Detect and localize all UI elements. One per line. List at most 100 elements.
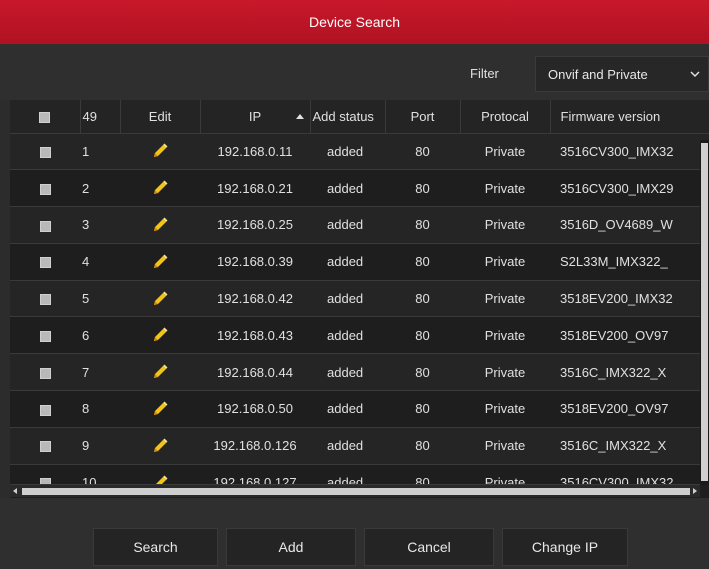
header-edit[interactable]: Edit (120, 100, 201, 133)
edit-cell[interactable] (120, 133, 200, 170)
row-protocol: Private (484, 180, 526, 196)
device-table: 4 9 Edit IP Add status Port Protocal Firm… (10, 100, 709, 498)
scroll-right-icon[interactable] (693, 488, 697, 494)
row-select-cell[interactable] (10, 207, 80, 244)
search-button[interactable]: Search (93, 528, 218, 566)
pencil-icon[interactable] (151, 437, 169, 455)
table-row[interactable]: 5 192.168.0.42 added 80 Private 3518EV200_IMX… (10, 280, 709, 317)
row-add-status: added (327, 180, 364, 196)
edit-cell[interactable] (120, 243, 200, 280)
row-port: 80 (415, 364, 430, 380)
row-firmware: 3518EV200_IMX32 (560, 291, 673, 307)
row-checkbox[interactable] (39, 183, 51, 195)
row-add-status: added (327, 438, 364, 454)
pencil-icon[interactable] (151, 142, 169, 160)
header-port[interactable]: Port (385, 100, 461, 133)
row-ip: 192.168.0.126 (213, 438, 297, 454)
table-row[interactable]: 4 192.168.0.39 added 80 Private S2L33M_IMX322… (10, 243, 709, 281)
cancel-button[interactable]: Cancel (364, 528, 494, 566)
select-all-checkbox[interactable] (39, 111, 51, 123)
row-add-status: added (327, 401, 364, 417)
table-row[interactable]: 8 192.168.0.50 added 80 Private 3518EV200_OV9… (10, 390, 709, 428)
header-add-status[interactable]: Add status (310, 100, 386, 133)
table-row[interactable]: 2 192.168.0.21 added 80 Private 3516CV300_IMX… (10, 169, 709, 207)
edit-cell[interactable] (120, 317, 200, 354)
row-select-cell[interactable] (10, 170, 80, 207)
edit-cell[interactable] (120, 280, 200, 317)
row-checkbox[interactable] (39, 404, 51, 416)
row-checkbox[interactable] (39, 330, 51, 342)
row-checkbox[interactable] (39, 257, 51, 269)
row-select-cell[interactable] (10, 317, 80, 354)
select-all-column[interactable] (10, 100, 81, 133)
row-checkbox[interactable] (39, 441, 51, 453)
row-select-cell[interactable] (10, 280, 80, 317)
row-firmware: 3516C_IMX322_X (560, 364, 667, 380)
row-firmware: 3518EV200_OV97 (560, 327, 669, 343)
row-port: 80 (415, 291, 430, 307)
change-ip-button[interactable]: Change IP (502, 528, 628, 566)
row-port: 80 (415, 180, 430, 196)
row-number: 3 (82, 217, 90, 233)
row-select-cell[interactable] (10, 243, 80, 280)
horizontal-scroll-thumb[interactable] (22, 488, 690, 495)
row-select-cell[interactable] (10, 391, 80, 428)
pencil-icon[interactable] (151, 253, 169, 271)
row-firmware: 3516D_OV4689_W (560, 217, 673, 233)
row-protocol: Private (484, 364, 526, 380)
row-port: 80 (415, 327, 430, 343)
row-number: 4 (82, 254, 90, 270)
row-number: 1 (82, 143, 90, 159)
row-checkbox[interactable] (39, 146, 51, 158)
row-select-cell[interactable] (10, 427, 80, 464)
pencil-icon[interactable] (151, 179, 169, 197)
vertical-scroll-thumb[interactable] (701, 143, 708, 481)
row-number: 2 (82, 180, 90, 196)
filter-dropdown[interactable]: Onvif and Private (535, 56, 709, 92)
table-row[interactable]: 7 192.168.0.44 added 80 Private 3516C_IMX322_… (10, 353, 709, 391)
row-select-cell[interactable] (10, 354, 80, 391)
edit-cell[interactable] (120, 170, 200, 207)
edit-cell[interactable] (120, 207, 200, 244)
filter-selected-value: Onvif and Private (548, 66, 648, 82)
row-number: 9 (82, 438, 90, 454)
table-row[interactable]: 9 192.168.0.126 added 80 Private 3516C_IMX322… (10, 427, 709, 465)
header-protocol[interactable]: Protocal (460, 100, 551, 133)
table-row[interactable]: 1 192.168.0.11 added 80 Private 3516CV300_IMX… (10, 133, 709, 170)
pencil-icon[interactable] (151, 290, 169, 308)
row-add-status: added (327, 143, 364, 159)
row-checkbox[interactable] (39, 367, 51, 379)
row-checkbox[interactable] (39, 294, 51, 306)
row-ip: 192.168.0.39 (217, 254, 293, 270)
window-title-bar: Device Search (0, 0, 709, 44)
row-ip: 192.168.0.42 (217, 291, 293, 307)
table-row[interactable]: 3 192.168.0.25 added 80 Private 3516D_OV4689_… (10, 206, 709, 244)
row-protocol: Private (484, 327, 526, 343)
table-row[interactable]: 6 192.168.0.43 added 80 Private 3518EV200_OV9… (10, 316, 709, 354)
row-select-cell[interactable] (10, 133, 80, 170)
pencil-icon[interactable] (151, 363, 169, 381)
row-ip: 192.168.0.21 (217, 180, 293, 196)
add-button[interactable]: Add (226, 528, 356, 566)
pencil-icon[interactable] (151, 216, 169, 234)
pencil-icon[interactable] (151, 400, 169, 418)
vertical-scrollbar[interactable] (700, 140, 709, 485)
pencil-icon[interactable] (151, 326, 169, 344)
horizontal-scrollbar[interactable] (10, 484, 700, 497)
row-firmware: S2L33M_IMX322_ (560, 254, 668, 270)
row-firmware: 3518EV200_OV97 (560, 401, 669, 417)
button-bar: Search Add Cancel Change IP (0, 498, 709, 569)
edit-cell[interactable] (120, 354, 200, 391)
sort-asc-icon (295, 114, 304, 119)
scroll-left-icon[interactable] (13, 488, 17, 494)
row-number: 6 (82, 327, 90, 343)
header-ip[interactable]: IP (200, 100, 311, 133)
edit-cell[interactable] (120, 391, 200, 428)
row-ip: 192.168.0.44 (217, 364, 293, 380)
header-firmware[interactable]: Firmware version (550, 100, 709, 133)
row-checkbox[interactable] (39, 220, 51, 232)
row-ip: 192.168.0.25 (217, 217, 293, 233)
edit-cell[interactable] (120, 427, 200, 464)
row-number: 5 (82, 291, 90, 307)
row-port: 80 (415, 217, 430, 233)
